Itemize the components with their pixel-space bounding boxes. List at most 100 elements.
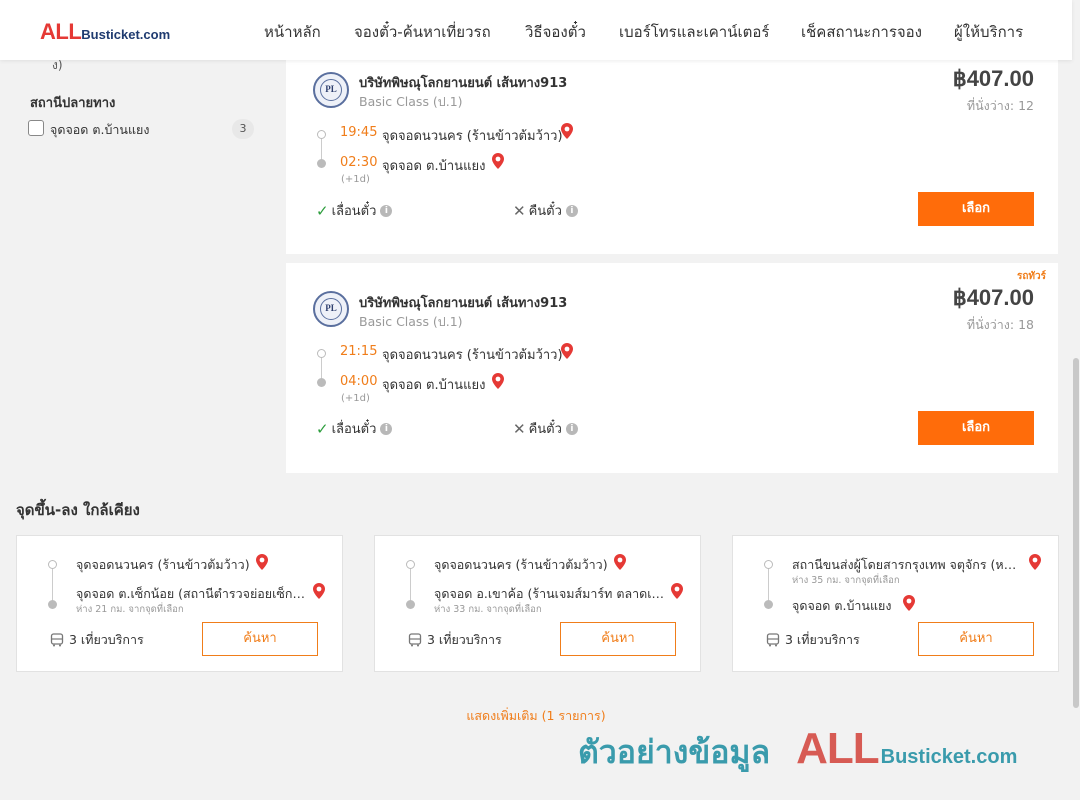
trip-card: บริษัทพิษณุโลกยานยนต์ เส้นทาง913 Basic C… [286,44,1058,254]
check-icon: ✓ [316,201,329,220]
company-logo: PL [313,291,349,327]
site-logo[interactable]: ALL Busticket.com [40,19,170,45]
watermark-logo-all: ALL [796,724,880,773]
origin-dot [48,560,57,569]
destination-dot [317,159,326,168]
nearby-stops-title: จุดขึ้น-ลง ใกล้เคียง [16,501,140,519]
nearby-search-button[interactable]: ค้นหา [202,622,318,656]
top-header: ALL Busticket.com หน้าหลัก จองตั๋ว-ค้นหา… [0,0,1072,60]
nearby-distance: ห่าง 35 กม. จากจุดที่เลือก [792,575,900,586]
refund-policy: ✕ คืนตั๋ว i [513,418,578,439]
nav-home[interactable]: หน้าหลัก [264,20,321,44]
arrive-time: 02:30 [340,155,378,170]
map-pin-icon[interactable] [561,123,573,139]
nearby-route-card: สถานีขนส่งผู้โดยสารกรุงเทพ จตุจักร (หมอช… [732,535,1059,672]
logo-all-text: ALL [40,19,82,44]
map-pin-icon[interactable] [256,554,268,570]
route-line [410,565,411,603]
map-pin-icon[interactable] [492,373,504,389]
info-icon[interactable]: i [565,422,578,435]
price: ฿407.00 [952,285,1034,310]
map-pin-icon[interactable] [1029,554,1041,570]
info-icon[interactable]: i [565,204,578,217]
bus-class: Basic Class (ป.1) [359,314,463,329]
trip-card: รถทัวร์ PL บริษัทพิษณุโลกยานยนต์ เส้นทาง… [286,263,1058,473]
destination-dot [48,600,57,609]
map-pin-icon[interactable] [614,554,626,570]
bus-class: Basic Class (ป.1) [359,94,463,109]
nearby-search-button[interactable]: ค้นหา [918,622,1034,656]
nearby-route-card: จุดจอดนวนคร (ร้านข้าวต้มว้าว) จุดจอด อ.เ… [374,535,701,672]
depart-stop: จุดจอดนวนคร (ร้านข้าวต้มว้าว) [382,129,563,144]
nav-contact-counter[interactable]: เบอร์โทรและเคาน์เตอร์ [619,20,769,44]
check-icon: ✓ [316,419,329,438]
depart-stop: จุดจอดนวนคร (ร้านข้าวต้มว้าว) [382,348,563,363]
arrive-time: 04:00 [340,374,378,389]
nearby-services: 3 เที่ยวบริการ [408,630,502,650]
map-pin-icon[interactable] [313,583,325,599]
info-icon[interactable]: i [380,422,393,435]
logo-busticket-text: Busticket.com [81,27,171,42]
nearby-route-card: จุดจอดนวนคร (ร้านข้าวต้มว้าว) จุดจอด ต.เ… [16,535,343,672]
map-pin-icon[interactable] [903,595,915,611]
refund-label: คืนตั๋ว [528,204,562,219]
seats-available: ที่นั่งว่าง: 12 [966,98,1034,113]
company-logo: PL [313,72,349,108]
seats-available: ที่นั่งว่าง: 18 [966,317,1034,332]
nav-book-search[interactable]: จองตั๋ว-ค้นหาเที่ยวรถ [354,20,491,44]
scrollbar-thumb[interactable] [1073,358,1079,708]
change-ticket-label: เลื่อนตั๋ว [331,204,377,219]
nav-check-booking[interactable]: เช็คสถานะการจอง [801,20,922,44]
nearby-distance: ห่าง 21 กม. จากจุดที่เลือก [76,604,184,615]
nearby-services-count: 3 เที่ยวบริการ [785,632,860,647]
select-trip-button[interactable]: เลือก [918,192,1034,226]
select-trip-button[interactable]: เลือก [918,411,1034,445]
map-pin-icon[interactable] [492,153,504,169]
nav-how-to-book[interactable]: วิธีจองตั๋ว [525,20,586,44]
origin-dot [406,560,415,569]
nearby-services-count: 3 เที่ยวบริการ [427,632,502,647]
destination-dot [406,600,415,609]
depart-time: 21:15 [340,344,378,359]
route-line [52,565,53,603]
map-pin-icon[interactable] [671,583,683,599]
depart-time: 19:45 [340,125,378,140]
destination-dot [764,600,773,609]
nearby-distance: ห่าง 33 กม. จากจุดที่เลือก [434,604,542,615]
arrive-stop: จุดจอด ต.บ้านแยง [382,378,486,393]
bus-icon [50,633,64,647]
change-ticket-policy: ✓ เลื่อนตั๋ว i [316,418,393,439]
destination-dot [317,378,326,387]
watermark-thai-text: ตัวอย่างข้อมูล [578,733,771,771]
route-line [768,565,769,603]
nearby-services: 3 เที่ยวบริการ [50,630,144,650]
show-more-link[interactable]: แสดงเพิ่มเติม (1 รายการ) [0,706,1072,726]
refund-policy: ✕ คืนตั๋ว i [513,200,578,221]
origin-dot [317,130,326,139]
nearby-from-stop: สถานีขนส่งผู้โดยสารกรุงเทพ จตุจักร (หมอช… [792,557,1024,572]
cross-icon: ✕ [513,201,526,220]
nav-operators[interactable]: ผู้ให้บริการ [954,20,1023,44]
origin-dot [317,349,326,358]
tour-bus-tag: รถทัวร์ [1016,271,1046,282]
refund-label: คืนตั๋ว [528,422,562,437]
destination-option-count: 3 [232,119,254,139]
map-pin-icon[interactable] [561,343,573,359]
info-icon[interactable]: i [380,204,393,217]
company-name: บริษัทพิษณุโลกยานยนต์ เส้นทาง913 [359,76,568,91]
destination-option-label: จุดจอด ต.บ้านแยง [50,122,150,137]
next-day-indicator: (+1d) [341,174,370,185]
nearby-services-count: 3 เที่ยวบริการ [69,632,144,647]
destination-filter-option[interactable]: จุดจอด ต.บ้านแยง 3 [28,118,254,140]
cross-icon: ✕ [513,419,526,438]
destination-filter-title: สถานีปลายทาง [30,96,116,111]
bus-icon [408,633,422,647]
arrive-stop: จุดจอด ต.บ้านแยง [382,159,486,174]
next-day-indicator: (+1d) [341,393,370,404]
page-scrollbar[interactable] [1072,0,1080,800]
change-ticket-label: เลื่อนตั๋ว [331,422,377,437]
origin-dot [764,560,773,569]
destination-checkbox[interactable] [28,120,44,136]
nearby-search-button[interactable]: ค้นหา [560,622,676,656]
price: ฿407.00 [952,66,1034,91]
